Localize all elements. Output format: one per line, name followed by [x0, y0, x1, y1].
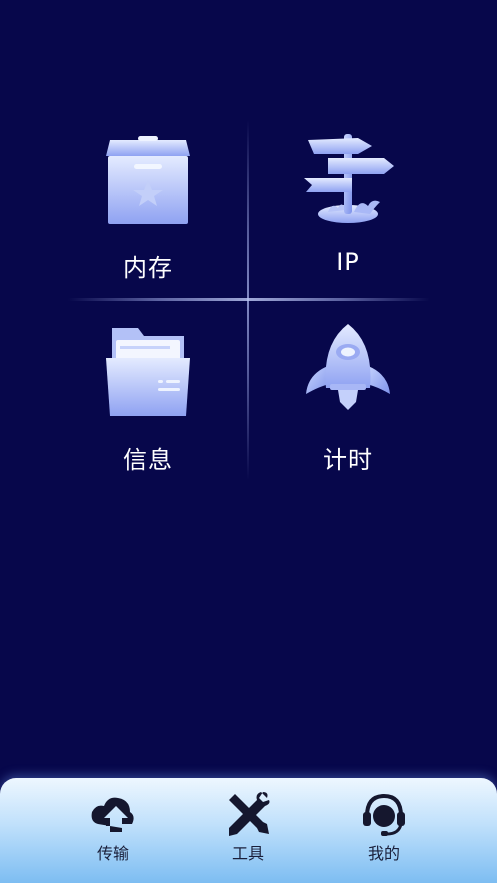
tile-memory[interactable]: 内存	[48, 128, 248, 298]
nav-item-transfer[interactable]: 传输	[63, 790, 163, 870]
headset-user-icon	[363, 793, 405, 836]
tile-timer[interactable]: 计时	[248, 322, 448, 492]
tile-memory-label: 内存	[123, 254, 173, 282]
tile-info[interactable]: 信息	[48, 322, 248, 492]
tile-ip[interactable]: IP	[248, 128, 448, 298]
storage-box-icon	[106, 136, 190, 224]
nav-item-mine[interactable]: 我的	[334, 790, 434, 870]
nav-item-mine-label: 我的	[367, 844, 400, 863]
folder-icon	[106, 328, 190, 416]
tile-info-label: 信息	[123, 446, 173, 474]
rocket-icon	[306, 324, 390, 410]
bottom-nav-bar: 传输 工具 我的	[0, 778, 497, 883]
nav-item-transfer-label: 传输	[96, 844, 129, 863]
grid-divider-horizontal	[68, 298, 430, 301]
tools-icon	[229, 792, 270, 836]
tile-ip-label: IP	[336, 248, 360, 276]
signpost-icon	[304, 134, 394, 223]
main-screen: 内存 IP 信息 计时 传输 工具 我的	[0, 0, 497, 883]
tile-timer-label: 计时	[323, 446, 373, 474]
nav-item-tools-label: 工具	[231, 844, 264, 863]
cloud-upload-icon	[91, 797, 134, 832]
nav-item-tools[interactable]: 工具	[198, 790, 298, 870]
